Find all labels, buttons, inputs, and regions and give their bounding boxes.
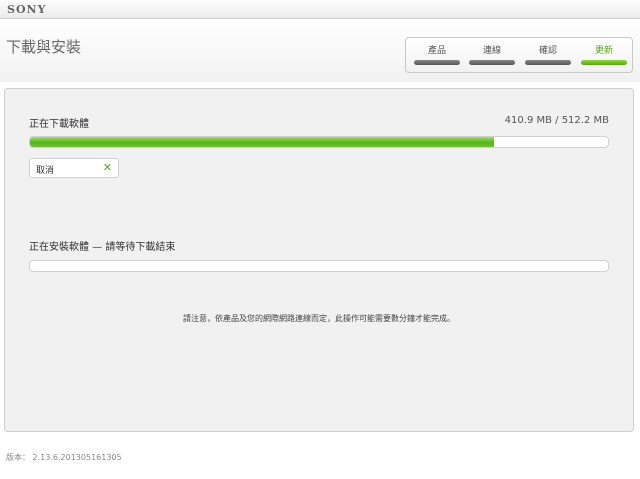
close-icon: ✕ xyxy=(102,161,112,174)
step-label-confirm: 確認 xyxy=(538,46,557,56)
cancel-button-label: 取消 xyxy=(36,166,55,176)
step-label-update: 更新 xyxy=(594,46,613,56)
step-connect: 連線 xyxy=(467,38,517,72)
install-progress-bar xyxy=(29,260,609,272)
cancel-button[interactable]: 取消 ✕ xyxy=(29,158,119,178)
main-panel: 正在下載軟體 410.9 MB / 512.2 MB 取消 ✕ 正在安裝軟體 —… xyxy=(4,88,634,432)
step-bar-confirm xyxy=(525,60,571,65)
step-bar-update xyxy=(581,60,627,65)
version-text: 版本： 2.13.6.201305161305 xyxy=(6,453,122,462)
download-progress-bar xyxy=(29,136,609,148)
step-bar-product xyxy=(414,60,460,65)
brand-bar: SONY xyxy=(0,0,640,19)
page-title: 下載與安裝 xyxy=(6,38,82,56)
download-status-label: 正在下載軟體 xyxy=(29,119,89,130)
download-progress-fill xyxy=(30,137,494,147)
download-size-text: 410.9 MB / 512.2 MB xyxy=(504,115,609,126)
step-product: 產品 xyxy=(412,38,462,72)
install-status-label: 正在安裝軟體 — 請等待下載結束 xyxy=(29,242,176,253)
sony-logo: SONY xyxy=(7,3,47,16)
step-indicator: 產品 連線 確認 更新 xyxy=(405,37,633,73)
step-confirm: 確認 xyxy=(523,38,573,72)
step-label-connect: 連線 xyxy=(482,46,501,56)
step-update: 更新 xyxy=(579,38,629,72)
step-label-product: 產品 xyxy=(427,46,446,56)
step-bar-connect xyxy=(469,60,515,65)
duration-note: 請注意，依產品及您的網際網路連線而定，此操作可能需要數分鐘才能完成。 xyxy=(183,314,455,323)
